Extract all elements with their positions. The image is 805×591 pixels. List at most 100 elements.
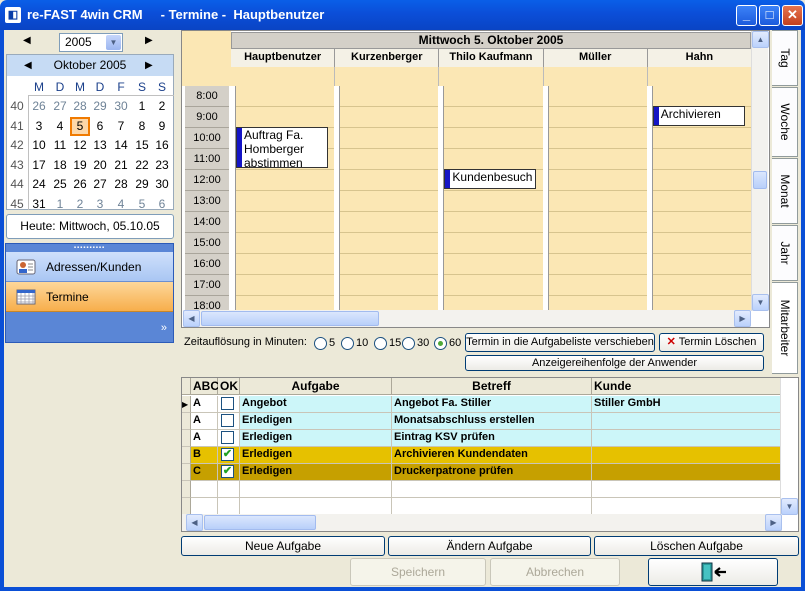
- checkbox-unchecked[interactable]: [221, 431, 234, 444]
- time-slot[interactable]: [340, 86, 439, 107]
- time-slot[interactable]: [236, 86, 335, 107]
- appointment[interactable]: Auftrag Fa. Homberger abstimmen: [236, 127, 328, 168]
- calendar-day[interactable]: 5: [132, 195, 152, 214]
- time-slot[interactable]: [548, 170, 647, 191]
- resource-header[interactable]: Thilo Kaufmann: [439, 49, 544, 67]
- scroll-thumb[interactable]: [201, 311, 379, 326]
- column-header-abc[interactable]: ABC: [191, 378, 219, 395]
- scroll-down-icon[interactable]: ▼: [781, 498, 798, 515]
- cell-kunde[interactable]: [592, 430, 782, 447]
- save-button[interactable]: Speichern: [350, 558, 486, 586]
- checkbox-unchecked[interactable]: [221, 397, 234, 410]
- maximize-button[interactable]: □: [759, 5, 780, 26]
- nav-item-adressen[interactable]: Adressen/Kunden: [6, 252, 173, 282]
- prev-month-icon[interactable]: ◀: [24, 55, 32, 76]
- column-header-ok[interactable]: OK: [218, 378, 240, 395]
- calendar-day[interactable]: 31: [29, 195, 49, 214]
- more-chevron-icon[interactable]: »: [161, 322, 167, 334]
- empty-table-row[interactable]: [182, 498, 782, 515]
- cell-aufgabe[interactable]: Erledigen: [240, 447, 392, 464]
- calendar-day[interactable]: 27: [90, 175, 110, 194]
- calendar-day[interactable]: 9: [152, 117, 172, 136]
- cell-aufgabe[interactable]: Angebot: [240, 396, 392, 413]
- cell-aufgabe[interactable]: [240, 498, 392, 515]
- scroll-left-icon[interactable]: ◀: [186, 514, 203, 531]
- cell-kunde[interactable]: [592, 464, 782, 481]
- cell-kunde[interactable]: [592, 498, 782, 515]
- calendar-day[interactable]: 6: [152, 195, 172, 214]
- time-slot[interactable]: [652, 128, 751, 149]
- calendar-day[interactable]: 1: [132, 97, 152, 116]
- scroll-right-icon[interactable]: ▶: [734, 310, 751, 327]
- cell-aufgabe[interactable]: Erledigen: [240, 413, 392, 430]
- calendar-day[interactable]: 25: [50, 175, 70, 194]
- close-button[interactable]: ✕: [782, 5, 803, 26]
- time-slot[interactable]: [548, 212, 647, 233]
- appointment[interactable]: Archivieren: [652, 106, 745, 126]
- resolution-radio-10[interactable]: [341, 337, 354, 350]
- checkbox-checked[interactable]: ✔: [221, 448, 234, 461]
- time-slot[interactable]: [236, 212, 335, 233]
- chevron-down-icon[interactable]: ▼: [106, 35, 121, 50]
- today-button[interactable]: Heute: Mittwoch, 05.10.05: [6, 214, 174, 239]
- calendar-day[interactable]: 18: [50, 156, 70, 175]
- calendar-day[interactable]: 29: [132, 175, 152, 194]
- time-slot[interactable]: [236, 107, 335, 128]
- all-day-slot[interactable]: [231, 67, 336, 86]
- calendar-day[interactable]: 30: [152, 175, 172, 194]
- calendar-day[interactable]: 12: [70, 136, 90, 155]
- calendar-day[interactable]: 24: [29, 175, 49, 194]
- cell-aufgabe[interactable]: [240, 481, 392, 498]
- time-slot[interactable]: [548, 233, 647, 254]
- scroll-down-icon[interactable]: ▼: [752, 294, 769, 311]
- table-row[interactable]: A Erledigen Monatsabschluss erstellen: [182, 413, 782, 430]
- calendar-day-selected[interactable]: 5: [70, 116, 90, 136]
- calendar-day[interactable]: 17: [29, 156, 49, 175]
- resolution-radio-30[interactable]: [402, 337, 415, 350]
- time-slot[interactable]: [548, 149, 647, 170]
- calendar-day[interactable]: 28: [111, 175, 131, 194]
- time-slot[interactable]: [236, 170, 335, 191]
- cell-betreff[interactable]: Druckerpatrone prüfen: [392, 464, 592, 481]
- cell-betreff[interactable]: Archivieren Kundendaten: [392, 447, 592, 464]
- time-slot[interactable]: [548, 254, 647, 275]
- resource-header[interactable]: Müller: [543, 49, 648, 67]
- cell-betreff[interactable]: Angebot Fa. Stiller: [392, 396, 592, 413]
- time-slot[interactable]: [444, 233, 543, 254]
- checkbox-checked[interactable]: ✔: [221, 465, 234, 478]
- time-slot[interactable]: [548, 191, 647, 212]
- next-month-icon[interactable]: ▶: [145, 55, 153, 76]
- time-slot[interactable]: [652, 191, 751, 212]
- cell-betreff[interactable]: Monatsabschluss erstellen: [392, 413, 592, 430]
- time-slot[interactable]: [652, 254, 751, 275]
- cell-aufgabe[interactable]: Erledigen: [240, 430, 392, 447]
- time-slot[interactable]: [340, 107, 439, 128]
- resolution-radio-15[interactable]: [374, 337, 387, 350]
- checkbox-unchecked[interactable]: [221, 414, 234, 427]
- user-order-button[interactable]: Anzeigereihenfolge der Anwender: [465, 355, 764, 371]
- calendar-day[interactable]: 3: [90, 195, 110, 214]
- time-slot[interactable]: [444, 212, 543, 233]
- grid-horizontal-scrollbar[interactable]: ◀ ▶: [182, 514, 782, 531]
- move-to-tasks-button[interactable]: Termin in die Aufgabeliste verschieben: [465, 333, 655, 352]
- calendar-day[interactable]: 7: [111, 117, 131, 136]
- time-slot[interactable]: [236, 191, 335, 212]
- time-slot[interactable]: [444, 254, 543, 275]
- table-row[interactable]: ▶ A Angebot Angebot Fa. Stiller Stiller GmbH: [182, 396, 782, 413]
- table-row[interactable]: B ✔ Erledigen Archivieren Kundendaten: [182, 447, 782, 464]
- tab-tag[interactable]: Tag: [772, 30, 798, 86]
- delete-task-button[interactable]: Löschen Aufgabe: [594, 536, 799, 556]
- calendar-day[interactable]: 4: [50, 117, 70, 136]
- time-slot[interactable]: [444, 149, 543, 170]
- calendar-day[interactable]: 2: [70, 195, 90, 214]
- table-row[interactable]: C ✔ Erledigen Druckerpatrone prüfen: [182, 464, 782, 481]
- all-day-slot[interactable]: [647, 67, 752, 86]
- time-slot[interactable]: [340, 170, 439, 191]
- minimize-button[interactable]: _: [736, 5, 757, 26]
- time-slot[interactable]: [444, 128, 543, 149]
- time-slot[interactable]: [548, 86, 647, 107]
- resource-header[interactable]: Hauptbenutzer: [231, 49, 336, 67]
- exit-button[interactable]: [648, 558, 778, 586]
- calendar-day[interactable]: 26: [70, 175, 90, 194]
- cell-kunde[interactable]: [592, 447, 782, 464]
